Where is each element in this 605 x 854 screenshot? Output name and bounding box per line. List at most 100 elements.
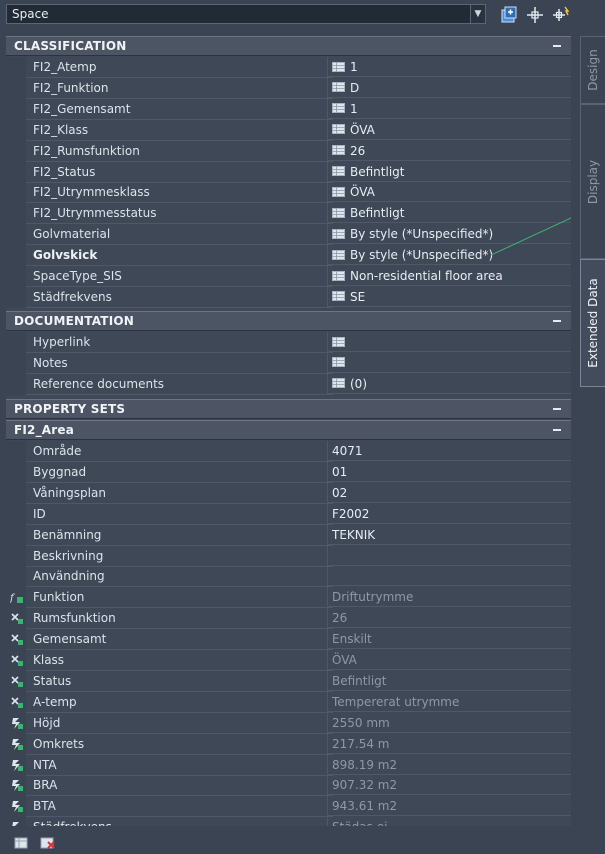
section-property-sets[interactable]: PROPERTY SETS [6, 399, 571, 419]
property-value[interactable]: 943.61 m2 [327, 796, 571, 817]
property-row[interactable]: Status Befintligt [6, 670, 571, 692]
property-value[interactable]: 1 [327, 98, 571, 119]
property-row[interactable]: Område 4071 [6, 441, 571, 462]
property-value[interactable]: 2550 mm [327, 712, 571, 733]
property-row[interactable]: Beskrivning [6, 545, 571, 567]
property-value[interactable]: F2002 [327, 503, 571, 524]
property-row[interactable]: BTA 943.61 m2 [6, 796, 571, 818]
property-row[interactable]: Städfrekvens SE [6, 286, 571, 308]
property-value[interactable]: 1 [327, 57, 571, 77]
property-row[interactable]: Höjd 2550 mm [6, 712, 571, 734]
property-value[interactable]: 217.54 m [327, 733, 571, 754]
property-row[interactable]: Användning [6, 566, 571, 588]
property-value[interactable]: 26 [327, 608, 571, 629]
property-value[interactable]: Enskilt [327, 629, 571, 650]
property-value[interactable]: SE [327, 286, 571, 307]
property-row[interactable]: StädfrekvensStädas ej [6, 817, 571, 826]
property-row[interactable]: FI2_Funktion D [6, 77, 571, 99]
property-value[interactable]: Driftutrymme [327, 587, 571, 608]
property-row[interactable]: FI2_Status Befintligt [6, 161, 571, 183]
collapse-icon[interactable] [553, 408, 561, 410]
collapse-icon[interactable] [553, 320, 561, 322]
object-type-select[interactable]: Space ▼ [6, 4, 486, 24]
property-row[interactable]: FI2_Klass ÖVA [6, 119, 571, 141]
property-value[interactable]: Befintligt [327, 161, 571, 182]
property-row[interactable]: f Funktion Driftutrymme [6, 587, 571, 609]
property-value[interactable]: Städas ej [327, 817, 571, 826]
property-value[interactable]: ÖVA [327, 182, 571, 203]
property-row[interactable]: Hyperlink [6, 332, 571, 353]
property-value[interactable]: 907.32 m2 [327, 775, 571, 796]
property-value[interactable]: Befintligt [327, 670, 571, 691]
property-row[interactable]: ID F2002 [6, 503, 571, 525]
property-value-text: By style (*Unspecified*) [350, 248, 494, 263]
row-gutter [6, 691, 26, 713]
property-value[interactable]: Tempererat utrymme [327, 691, 571, 712]
property-row[interactable]: A-temp Tempererat utrymme [6, 691, 571, 713]
property-value[interactable]: Non-residential floor area [327, 266, 571, 286]
section-documentation[interactable]: DOCUMENTATION [6, 311, 571, 331]
property-value[interactable] [327, 545, 571, 566]
property-row[interactable]: Golvmaterial By style (*Unspecified*) [6, 224, 571, 246]
property-row[interactable]: NTA 898.19 m2 [6, 754, 571, 776]
collapse-icon[interactable] [553, 45, 561, 47]
pick-add-icon[interactable] [526, 6, 544, 24]
toggle-pickadd-icon[interactable] [552, 6, 570, 24]
quick-select-icon[interactable] [500, 6, 518, 24]
property-row[interactable]: Klass ÖVA [6, 650, 571, 671]
property-value[interactable]: (0) [327, 373, 571, 394]
automatic-property-icon [12, 717, 23, 729]
property-value-text: 02 [332, 485, 348, 500]
property-value-text: 1 [350, 60, 358, 74]
chevron-down-icon[interactable]: ▼ [470, 5, 485, 23]
property-name: Omkrets [26, 734, 333, 755]
property-row[interactable]: SpaceType_SIS Non-residential floor area [6, 266, 571, 287]
property-value[interactable]: 4071 [327, 441, 571, 461]
property-value[interactable]: TEKNIK [327, 524, 571, 545]
property-value[interactable]: ÖVA [327, 119, 571, 140]
classification-lookup-icon [11, 676, 23, 687]
property-row[interactable]: Rumsfunktion 26 [6, 608, 571, 630]
section-fi2-area[interactable]: FI2_Area [6, 420, 571, 440]
property-row[interactable]: Omkrets 217.54 m [6, 733, 571, 755]
automatic-property-icon [12, 822, 19, 826]
section-classification[interactable]: CLASSIFICATION [6, 36, 571, 56]
property-row[interactable]: Golvskick By style (*Unspecified*) [6, 245, 571, 267]
property-value[interactable]: 01 [327, 461, 571, 482]
property-row[interactable]: Byggnad 01 [6, 461, 571, 483]
table-icon [332, 145, 345, 156]
row-gutter [6, 224, 26, 246]
property-row[interactable]: FI2_Gemensamt 1 [6, 98, 571, 120]
property-row[interactable]: Våningsplan 02 [6, 482, 571, 504]
property-name: SpaceType_SIS [26, 266, 333, 287]
property-value[interactable] [327, 352, 571, 373]
property-row[interactable]: Gemensamt Enskilt [6, 629, 571, 651]
collapse-icon[interactable] [553, 429, 561, 431]
add-property-sets-icon[interactable] [14, 835, 30, 849]
property-row[interactable]: Benämning TEKNIK [6, 524, 571, 546]
property-value-text: Enskilt [332, 632, 372, 647]
property-row[interactable]: FI2_Utrymmesklass ÖVA [6, 182, 571, 204]
property-row[interactable]: FI2_Rumsfunktion 26 [6, 140, 571, 162]
property-value[interactable]: 898.19 m2 [327, 754, 571, 775]
property-value[interactable] [327, 332, 571, 352]
property-name: Golvskick [26, 245, 333, 267]
tab-display[interactable]: Display [580, 104, 605, 259]
tab-design[interactable]: Design [580, 36, 605, 104]
property-row[interactable]: Reference documents (0) [6, 373, 571, 395]
property-row[interactable]: BRA 907.32 m2 [6, 775, 571, 797]
remove-property-sets-icon[interactable] [40, 835, 56, 849]
property-value[interactable]: 02 [327, 482, 571, 503]
property-value-text: ÖVA [332, 653, 357, 667]
property-row[interactable]: FI2_Utrymmesstatus Befintligt [6, 203, 571, 225]
table-icon [332, 207, 345, 218]
property-value[interactable] [327, 566, 571, 587]
property-row[interactable]: FI2_Atemp 1 [6, 57, 571, 78]
leader-line [491, 217, 571, 256]
property-row[interactable]: Notes [6, 352, 571, 374]
property-value[interactable]: ÖVA [327, 650, 571, 670]
property-value[interactable]: 26 [327, 140, 571, 161]
property-value-text: 943.61 m2 [332, 799, 398, 814]
tab-extended-data[interactable]: Extended Data [580, 259, 605, 387]
property-value[interactable]: D [327, 77, 571, 98]
